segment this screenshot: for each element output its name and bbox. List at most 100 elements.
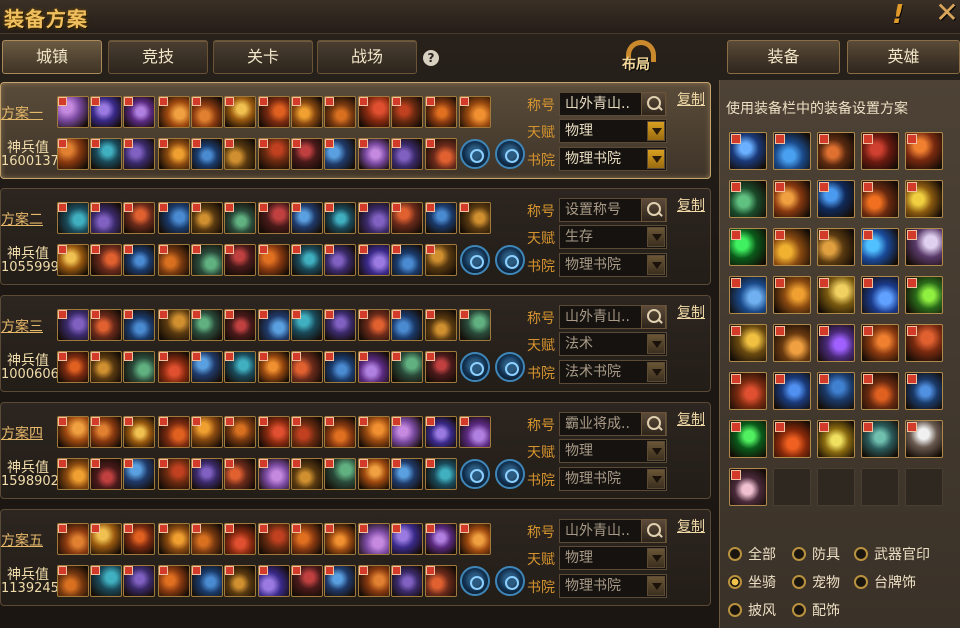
equip-slot[interactable] [158,138,190,170]
equip-slot[interactable] [425,416,457,448]
inventory-item[interactable] [773,420,811,458]
equip-slot[interactable] [57,309,89,341]
chevron-down-icon[interactable] [647,255,665,275]
equip-slot[interactable] [258,458,290,490]
eye-orb-icon[interactable] [495,245,525,275]
equip-slot[interactable] [459,416,491,448]
equip-slot[interactable] [324,96,356,128]
equip-slot[interactable] [123,309,155,341]
equip-slot[interactable] [90,523,122,555]
equip-slot[interactable] [391,96,423,128]
equip-slot[interactable] [90,202,122,234]
copy-button[interactable]: 复制 [677,89,705,109]
inventory-item[interactable] [729,180,767,218]
equip-slot[interactable] [391,351,423,383]
equip-slot[interactable] [425,309,457,341]
equip-slot[interactable] [90,96,122,128]
inventory-item[interactable] [817,324,855,362]
equip-slot[interactable] [291,96,323,128]
inventory-item[interactable] [729,372,767,410]
equip-slot[interactable] [57,96,89,128]
equip-slot[interactable] [191,416,223,448]
inventory-item[interactable] [729,468,767,506]
equip-slot[interactable] [158,523,190,555]
equip-slot[interactable] [191,309,223,341]
equip-slot[interactable] [425,523,457,555]
inventory-item[interactable] [729,420,767,458]
equip-slot[interactable] [291,244,323,276]
equip-slot[interactable] [57,138,89,170]
equip-slot[interactable] [258,202,290,234]
eye-orb-icon[interactable] [495,566,525,596]
inventory-item[interactable] [905,180,943,218]
inventory-item[interactable] [861,420,899,458]
filter-radio[interactable]: 武器官印 [854,544,930,564]
equip-slot[interactable] [57,416,89,448]
tab-battlefield[interactable]: 战场 [317,40,417,74]
copy-button[interactable]: 复制 [677,302,705,322]
equip-slot[interactable] [224,138,256,170]
equip-slot[interactable] [158,96,190,128]
equip-slot[interactable] [291,416,323,448]
plan-name[interactable]: 方案一 [1,103,43,123]
inventory-item[interactable] [861,276,899,314]
equip-slot[interactable] [90,138,122,170]
equip-slot[interactable] [158,416,190,448]
equip-slot[interactable] [358,565,390,597]
equip-slot[interactable] [90,458,122,490]
search-icon[interactable] [641,198,666,222]
equip-slot[interactable] [90,351,122,383]
equip-slot[interactable] [158,351,190,383]
equip-slot[interactable] [258,565,290,597]
equip-slot[interactable] [158,244,190,276]
equip-slot[interactable] [90,309,122,341]
filter-radio[interactable]: 配饰 [792,600,840,620]
inventory-item[interactable] [817,372,855,410]
equip-slot[interactable] [224,351,256,383]
filter-radio[interactable]: 台牌饰 [854,572,916,592]
chevron-down-icon[interactable] [647,576,665,596]
equip-slot[interactable] [425,202,457,234]
plan-name[interactable]: 方案四 [1,423,43,443]
treasure-pot-icon[interactable] [460,459,490,489]
equip-slot[interactable] [123,96,155,128]
inventory-item[interactable] [905,276,943,314]
equip-slot[interactable] [291,309,323,341]
inventory-item[interactable] [773,324,811,362]
inventory-item[interactable] [729,228,767,266]
plan-panel[interactable]: 方案四 神兵值 1598902 称号 霸业将成.. 天赋 物理 书院 物理书院 复制 [0,402,711,499]
equip-slot[interactable] [224,202,256,234]
equip-slot[interactable] [258,416,290,448]
equip-slot[interactable] [459,202,491,234]
filter-radio[interactable]: 披风 [728,600,776,620]
chevron-down-icon[interactable] [647,121,665,141]
inventory-item[interactable] [729,276,767,314]
eye-orb-icon[interactable] [495,139,525,169]
equip-slot[interactable] [191,565,223,597]
equip-slot[interactable] [258,138,290,170]
equip-slot[interactable] [324,458,356,490]
equip-slot[interactable] [324,416,356,448]
filter-radio[interactable]: 宠物 [792,572,840,592]
equip-slot[interactable] [324,565,356,597]
chevron-down-icon[interactable] [647,362,665,382]
equip-slot[interactable] [224,244,256,276]
equip-slot[interactable] [258,96,290,128]
inventory-item[interactable] [905,228,943,266]
layout-button[interactable]: 布局 [618,38,666,74]
equip-slot[interactable] [425,458,457,490]
equip-slot[interactable] [123,416,155,448]
equip-slot[interactable] [224,416,256,448]
equip-slot[interactable] [391,416,423,448]
equip-slot[interactable] [391,458,423,490]
inventory-item[interactable] [773,372,811,410]
equip-slot[interactable] [324,202,356,234]
inventory-item[interactable] [905,420,943,458]
equip-slot[interactable] [391,138,423,170]
plan-name[interactable]: 方案三 [1,316,43,336]
tab-arena[interactable]: 竞技 [108,40,208,74]
equip-slot[interactable] [191,138,223,170]
equip-slot[interactable] [57,244,89,276]
plan-name[interactable]: 方案二 [1,209,43,229]
equip-slot[interactable] [358,458,390,490]
